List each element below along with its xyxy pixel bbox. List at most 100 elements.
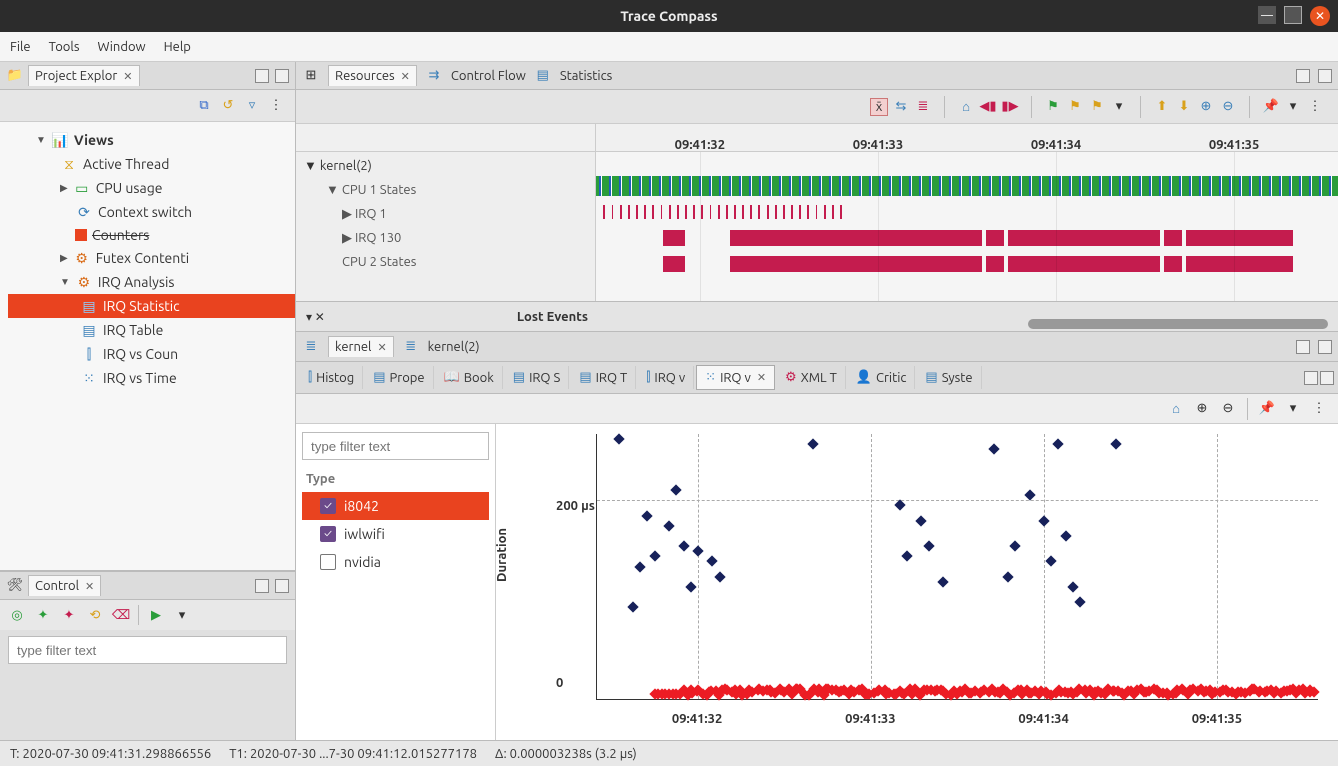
view-menu-icon[interactable]: ⋮ [1310, 400, 1328, 418]
tab-control-flow[interactable]: Control Flow [451, 69, 526, 83]
maximize-view-icon[interactable] [275, 579, 289, 593]
menu-window[interactable]: Window [97, 40, 145, 54]
maximize-view-icon[interactable] [1320, 371, 1334, 385]
type-item-nvidia[interactable]: nvidia [302, 548, 489, 576]
tree-context-switch[interactable]: ⟳ Context switch [8, 200, 295, 224]
zoom-in-icon[interactable]: ⊕ [1193, 400, 1211, 418]
collapse-all-icon[interactable]: ⧉ [195, 97, 213, 115]
menu-file[interactable]: File [10, 40, 31, 54]
minimize-button[interactable]: — [1258, 6, 1276, 24]
control-filter-input[interactable] [8, 636, 287, 664]
close-button[interactable]: ✕ [1310, 6, 1330, 26]
tree-futex[interactable]: ⚙ Futex Contenti [8, 246, 295, 270]
minimize-view-icon[interactable] [255, 579, 269, 593]
close-icon[interactable]: ✕ [401, 70, 410, 83]
tree-active-thread[interactable]: ⧖ Active Thread [8, 152, 295, 176]
close-icon[interactable]: ✕ [123, 70, 132, 83]
tab-xmlt[interactable]: ⚙XML T [777, 366, 846, 389]
maximize-view-icon[interactable] [275, 69, 289, 83]
link-editor-icon[interactable]: ↺ [219, 97, 237, 115]
scrollbar-horizontal[interactable] [1028, 319, 1328, 329]
disconnect-icon[interactable]: ✦ [60, 606, 78, 624]
minimize-view-icon[interactable] [1304, 371, 1318, 385]
checkbox-icon[interactable]: ✓ [320, 498, 336, 514]
project-tree[interactable]: 📊 Views ⧖ Active Thread ▭ CPU usage ⟳ Co… [0, 122, 295, 570]
minimize-view-icon[interactable] [1296, 340, 1310, 354]
tree-views-node[interactable]: 📊 Views [8, 128, 295, 152]
chevron-right-icon[interactable] [60, 182, 68, 194]
tab-book[interactable]: 📖Book [436, 366, 503, 389]
home-icon[interactable]: ⌂ [957, 98, 975, 116]
tab-kernel[interactable]: kernel ✕ [328, 336, 394, 357]
tab-irqv1[interactable]: ⫿IRQ v [638, 366, 694, 389]
resources-gantt[interactable]: ▼ kernel(2) ▼ CPU 1 States ▶ IRQ 1 ▶ IRQ… [296, 152, 1338, 302]
legend-icon[interactable]: ≣ [914, 98, 932, 116]
gantt-labels[interactable]: ▼ kernel(2) ▼ CPU 1 States ▶ IRQ 1 ▶ IRQ… [296, 152, 596, 301]
connect-icon[interactable]: ◎ [8, 606, 26, 624]
arrow-up-icon[interactable]: ⬆ [1153, 98, 1171, 116]
chevron-down-icon[interactable] [36, 134, 46, 146]
next-bookmark-icon[interactable]: ⚑ [1088, 98, 1106, 116]
play-icon[interactable]: ▶ [147, 606, 165, 624]
gantt-lane-irq1[interactable] [596, 202, 1338, 222]
tree-irq-vs-count[interactable]: ⫿ IRQ vs Coun [8, 342, 295, 366]
tab-prope[interactable]: ▤Prope [365, 366, 433, 389]
view-menu-icon[interactable]: ⋮ [267, 97, 285, 115]
minimize-view-icon[interactable] [1296, 69, 1310, 83]
scatter-chart[interactable]: Duration 200 µs 0 09:41:32 09:41:33 09:4… [496, 424, 1338, 740]
tree-irq-vs-time[interactable]: ⁙ IRQ vs Time [8, 366, 295, 390]
checkbox-icon[interactable]: ✓ [320, 526, 336, 542]
menu-tools[interactable]: Tools [49, 40, 80, 54]
gantt-lane-cpu1[interactable] [596, 176, 1338, 196]
type-filter-input[interactable] [302, 432, 489, 460]
dropdown-icon[interactable]: ▾ [1110, 98, 1128, 116]
gantt-row-cpu1[interactable]: ▼ CPU 1 States [296, 178, 595, 202]
new-session-icon[interactable]: ✦ [34, 606, 52, 624]
tab-irqt[interactable]: ▤IRQ T [571, 366, 636, 389]
tab-irqv2[interactable]: ⁙IRQ v ✕ [696, 365, 775, 390]
tree-counters[interactable]: Counters [8, 224, 295, 246]
arrow-down-icon[interactable]: ⬇ [1175, 98, 1193, 116]
tab-project-explorer[interactable]: Project Explor ✕ [28, 65, 140, 86]
tree-irq-table[interactable]: ▤ IRQ Table [8, 318, 295, 342]
menu-help[interactable]: Help [164, 40, 191, 54]
tree-irq-statistic[interactable]: ▤ IRQ Statistic [8, 294, 295, 318]
pin-icon[interactable]: 📌 [1262, 98, 1280, 116]
dropdown-icon[interactable]: ▾ [1284, 400, 1302, 418]
refresh-icon[interactable]: ⟲ [86, 606, 104, 624]
delete-icon[interactable]: ⌫ [112, 606, 130, 624]
time-ruler[interactable]: 09:41:32 09:41:33 09:41:34 09:41:35 [296, 124, 1338, 152]
next-marker-icon[interactable]: ▮▶ [1001, 98, 1019, 116]
type-item-iwlwifi[interactable]: ✓ iwlwifi [302, 520, 489, 548]
dropdown-icon[interactable]: ▾ [173, 606, 191, 624]
pin-icon[interactable]: 📌 [1258, 400, 1276, 418]
maximize-view-icon[interactable] [1318, 69, 1332, 83]
tab-resources[interactable]: Resources ✕ [328, 65, 417, 86]
checkbox-icon[interactable] [320, 554, 336, 570]
maximize-button[interactable] [1284, 6, 1302, 24]
chevron-right-icon[interactable] [60, 252, 68, 264]
maximize-view-icon[interactable] [1318, 340, 1332, 354]
type-item-i8042[interactable]: ✓ i8042 [302, 492, 489, 520]
gantt-row-irq1[interactable]: ▶ IRQ 1 [296, 202, 595, 226]
tab-statistics[interactable]: Statistics [560, 69, 612, 83]
prev-bookmark-icon[interactable]: ⚑ [1066, 98, 1084, 116]
gantt-lane-irq130[interactable] [596, 228, 1338, 248]
dropdown-icon[interactable]: ▾ [1284, 98, 1302, 116]
zoom-out-icon[interactable]: ⊖ [1219, 98, 1237, 116]
tab-kernel2[interactable]: kernel(2) [428, 340, 480, 354]
add-bookmark-icon[interactable]: ⚑ [1044, 98, 1062, 116]
close-icon[interactable]: ✕ [85, 580, 94, 593]
tree-irq-analysis[interactable]: ⚙ IRQ Analysis [8, 270, 295, 294]
zoom-out-icon[interactable]: ⊖ [1219, 400, 1237, 418]
tab-irqs[interactable]: ▤IRQ S [505, 366, 570, 389]
tab-critic[interactable]: 👤Critic [848, 366, 916, 389]
view-menu-icon[interactable]: ⋮ [1306, 98, 1324, 116]
minimize-view-icon[interactable] [255, 69, 269, 83]
tab-histog[interactable]: ⫿Histog [300, 366, 363, 389]
zoom-in-icon[interactable]: ⊕ [1197, 98, 1215, 116]
gantt-lane-cpu2[interactable] [596, 254, 1338, 274]
prev-marker-icon[interactable]: ◀▮ [979, 98, 997, 116]
gantt-row-cpu2[interactable]: CPU 2 States [296, 250, 595, 274]
tree-cpu-usage[interactable]: ▭ CPU usage [8, 176, 295, 200]
